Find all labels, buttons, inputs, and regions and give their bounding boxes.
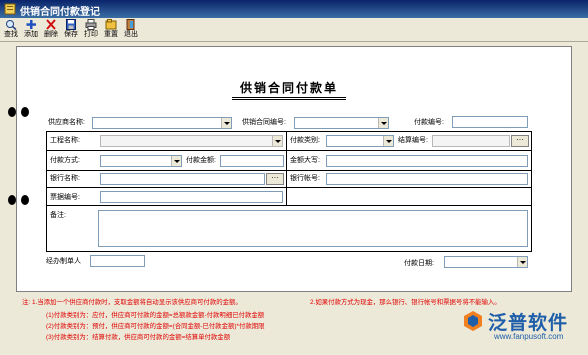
payment-amount-field[interactable]: [220, 155, 284, 167]
form-heading: 供销合同付款单: [240, 81, 339, 95]
payment-date-select[interactable]: [444, 256, 528, 268]
amount-upper-field[interactable]: [326, 155, 528, 167]
brand-logo: 泛普软件 www.fanpusoft.com: [462, 306, 582, 346]
bill-no-label: 票据编号:: [50, 194, 80, 201]
note-line-4: (2)付款类别为：预付，供应商可付款的金额=(合同金额-已付款金额)*付款期限: [46, 323, 265, 330]
chevron-down-icon[interactable]: [378, 118, 388, 128]
payment-category-label: 付款类别:: [290, 137, 320, 144]
brand-url: www.fanpusoft.com: [494, 332, 564, 341]
app-window: 供销合同付款登记 查找 添加 删除 保存 打印 重置 退出 供销合同付款单 供应…: [0, 0, 588, 355]
save-button[interactable]: 保存: [61, 19, 81, 41]
exit-button[interactable]: 退出: [121, 19, 141, 41]
binder-ring-bottom: [8, 195, 30, 205]
bank-account-field[interactable]: [326, 173, 528, 185]
bank-name-label: 银行名称:: [50, 175, 80, 182]
project-select[interactable]: [100, 135, 283, 147]
window-title: 供销合同付款登记: [20, 7, 100, 18]
print-icon: [85, 19, 97, 30]
save-icon: [66, 19, 76, 30]
payment-method-select[interactable]: [100, 155, 182, 167]
save-label: 保存: [64, 31, 78, 38]
contract-no-label: 供销合同编号:: [242, 119, 286, 126]
title-bar: 供销合同付款登记: [0, 0, 588, 18]
payment-no-field[interactable]: [452, 116, 528, 128]
search-label: 查找: [4, 31, 18, 38]
toolbar: 查找 添加 删除 保存 打印 重置 退出: [0, 18, 588, 42]
add-button[interactable]: 添加: [21, 19, 41, 41]
chevron-down-icon[interactable]: [517, 257, 527, 267]
delete-label: 删除: [44, 31, 58, 38]
note-line-5: (3)付款类别为：结算付款，供应商可付款的金额=结算单付款金额: [46, 334, 231, 341]
reset-icon: [105, 19, 117, 30]
print-button[interactable]: 打印: [81, 19, 101, 41]
settlement-no-field[interactable]: [432, 135, 510, 147]
remarks-label: 备注:: [50, 212, 66, 219]
bill-no-field[interactable]: [100, 191, 283, 203]
payment-amount-label: 付款金额:: [186, 157, 216, 164]
search-button[interactable]: 查找: [1, 19, 21, 41]
add-icon: [26, 20, 36, 29]
brand-name: 泛普软件: [488, 313, 569, 334]
payment-category-select[interactable]: [326, 135, 394, 147]
search-icon: [6, 20, 17, 30]
reset-label: 重置: [104, 31, 118, 38]
bank-name-field[interactable]: [100, 173, 265, 185]
chevron-down-icon[interactable]: [272, 136, 282, 146]
binder-ring-top: [8, 107, 30, 117]
app-icon: [4, 3, 16, 15]
exit-label: 退出: [124, 31, 138, 38]
bank-browse-button[interactable]: ···: [266, 173, 284, 185]
logo-icon: [464, 311, 482, 331]
exit-icon: [126, 19, 135, 30]
project-label: 工程名称:: [50, 137, 80, 144]
delete-button[interactable]: 删除: [41, 19, 61, 41]
print-label: 打印: [84, 31, 98, 38]
add-label: 添加: [24, 31, 38, 38]
settlement-browse-button[interactable]: ···: [511, 135, 529, 147]
reset-button[interactable]: 重置: [101, 19, 121, 41]
bank-account-label: 银行帐号:: [290, 175, 320, 182]
heading-underline: [232, 97, 346, 100]
chevron-down-icon[interactable]: [383, 136, 393, 146]
settlement-no-label: 结算编号:: [398, 137, 428, 144]
amount-upper-label: 金额大写:: [290, 157, 320, 164]
chevron-down-icon[interactable]: [171, 156, 181, 166]
supplier-select[interactable]: [92, 117, 232, 129]
supplier-label: 供应商名称:: [48, 119, 85, 126]
chevron-down-icon[interactable]: [221, 118, 231, 128]
payment-method-label: 付款方式:: [50, 157, 80, 164]
handler-label: 经办制单人: [46, 258, 81, 265]
delete-icon: [46, 19, 56, 30]
contract-no-select[interactable]: [294, 117, 389, 129]
payment-date-label: 付款日期:: [404, 260, 434, 267]
remarks-textarea[interactable]: [98, 210, 528, 247]
note-line-3: (1)付款类别为：应付，供应商可付款的金额=总额款金额-付款明细已付款金额: [46, 312, 265, 319]
payment-no-label: 付款编号:: [414, 119, 444, 126]
note-line-1: 注: 1.当添加一个供应商付款时，支取金额将自动显示该供应商可付款的金额。: [22, 299, 242, 306]
handler-field[interactable]: [90, 255, 145, 267]
